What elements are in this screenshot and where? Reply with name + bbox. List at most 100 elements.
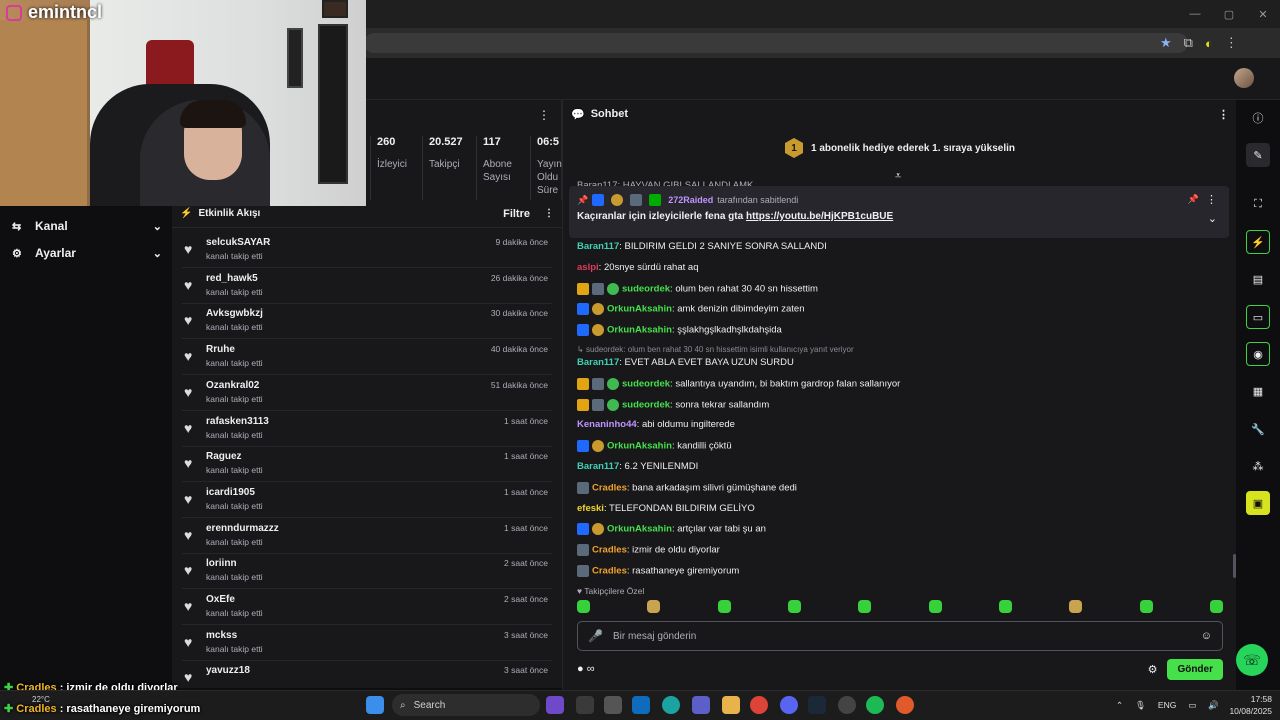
emote-icon[interactable] <box>998 600 1012 613</box>
bookmark-star-icon[interactable]: ★ <box>1160 35 1172 51</box>
chat-message[interactable]: OrkunAksahin: amk denizin dibimdeyim zat… <box>577 303 804 316</box>
chat-username[interactable]: Cradles <box>592 545 627 556</box>
browser-menu-icon[interactable]: ⋮ <box>1225 35 1238 51</box>
chat-username[interactable]: Cradles <box>592 566 627 577</box>
chat-menu-icon[interactable]: ⋮ <box>1218 108 1229 121</box>
chat-message[interactable]: sudeordek: sonra tekrar sallandım <box>577 398 769 411</box>
edge-icon[interactable] <box>662 696 680 714</box>
activity-user[interactable]: selcukSAYAR <box>206 237 270 248</box>
activity-user[interactable]: Avksgwbkzj <box>206 308 263 319</box>
copilot-icon[interactable] <box>546 696 564 714</box>
activity-item[interactable]: ♥ erenndurmazzz kanalı takip etti 1 saat ön… <box>182 518 552 554</box>
pinned-link[interactable]: https://youtu.be/HjKPB1cuBUE <box>746 211 893 222</box>
mic-icon[interactable]: 🎙 <box>1135 700 1146 711</box>
emoji-picker-icon[interactable]: ☺ <box>1201 630 1212 642</box>
chat-username[interactable]: Baran117 <box>577 461 619 472</box>
chrome-icon[interactable] <box>750 696 768 714</box>
chat-message[interactable]: Baran117: 6.2 YENILENMDI <box>577 461 698 472</box>
chat-username[interactable]: OrkunAksahin <box>607 524 672 535</box>
chat-username[interactable]: Baran117 <box>577 357 619 368</box>
chevron-down-icon[interactable]: ⌄ <box>1208 212 1217 225</box>
chat-username[interactable]: Kenaninho44 <box>577 419 637 430</box>
nodes-icon[interactable]: ⁂ <box>1246 454 1270 478</box>
activity-item[interactable]: ♥ rafasken3113 kanalı takip etti 1 saat önc… <box>182 411 552 447</box>
chat-message[interactable]: OrkunAksahin: artçılar var tabi şu an <box>577 523 766 536</box>
teams-icon[interactable] <box>692 696 710 714</box>
app-icon[interactable] <box>576 696 594 714</box>
discord-icon[interactable] <box>780 696 798 714</box>
emote-icon[interactable] <box>858 600 872 613</box>
crop-icon[interactable]: ⛶ <box>1246 192 1270 216</box>
emote-icon[interactable] <box>647 600 661 613</box>
chat-message[interactable]: Baran117: BILDIRIM GELDI 2 SANIYE SONRA … <box>577 241 827 252</box>
sidebar-item-kanal[interactable]: ⇆ Kanal ⌄ <box>12 216 162 236</box>
pinned-message[interactable]: 📌 272Raided tarafından sabitlendi Kaçıra… <box>569 186 1229 238</box>
activity-item[interactable]: ♥ Ozankral02 kanalı takip etti 51 dakika ön… <box>182 375 552 411</box>
emote-icon[interactable] <box>577 600 590 613</box>
activity-user[interactable]: Raguez <box>206 451 242 462</box>
app-icon[interactable] <box>896 696 914 714</box>
obs-icon[interactable] <box>838 696 856 714</box>
activity-item[interactable]: ♥ mckss kanalı takip etti 3 saat önce <box>182 625 552 661</box>
taskbar-search[interactable]: ⌕ Search <box>392 694 540 716</box>
language-indicator[interactable]: ENG <box>1158 700 1176 710</box>
clapper-icon[interactable]: ▣ <box>1246 491 1270 515</box>
extensions-icon[interactable]: ⧉ <box>1184 35 1193 51</box>
chat-username[interactable]: sudeordek <box>622 283 670 294</box>
close-icon[interactable]: ✕ <box>1246 8 1280 21</box>
chat-message[interactable]: OrkunAksahin: kandilli çöktü <box>577 440 732 453</box>
maximize-icon[interactable]: ▢ <box>1212 8 1246 21</box>
steam-icon[interactable] <box>808 696 826 714</box>
chat-message[interactable]: sudeordek: sallantıya uyandım, bi baktım… <box>577 377 900 390</box>
chat-username[interactable]: OrkunAksahin <box>607 325 672 336</box>
activity-user[interactable]: loriinn <box>206 558 237 569</box>
weather-widget[interactable]: 22°C <box>32 695 50 704</box>
chat-message[interactable]: efeski: TELEFONDAN BILDIRIM GELİYO <box>577 503 755 514</box>
unpin-icon[interactable]: 📌 <box>1188 194 1199 205</box>
activity-item[interactable]: ♥ red_hawk5 kanalı takip etti 26 dakika önc… <box>182 268 552 304</box>
lightning-icon[interactable]: ⚡ <box>1246 230 1270 254</box>
chat-username[interactable]: efeski <box>577 503 604 514</box>
emote-icon[interactable] <box>928 600 942 613</box>
document-icon[interactable]: ▤ <box>1246 267 1270 291</box>
windows-start-icon[interactable] <box>366 696 384 714</box>
chat-username[interactable]: Cradles <box>592 482 627 493</box>
store-icon[interactable] <box>604 696 622 714</box>
info-icon[interactable]: ⓘ <box>1246 106 1270 130</box>
address-bar[interactable] <box>364 33 1188 53</box>
activity-item[interactable]: ♥ selcukSAYAR kanalı takip etti 9 dakika ön… <box>182 232 552 268</box>
avatar[interactable] <box>1234 68 1254 88</box>
chat-settings-icon[interactable]: ⚙ <box>1148 663 1158 676</box>
chat-username[interactable]: sudeordek <box>622 378 670 389</box>
activity-user[interactable]: rafasken3113 <box>206 416 269 427</box>
activity-user[interactable]: erenndurmazzz <box>206 523 279 534</box>
scroll-down-icon[interactable]: ⩡ <box>895 170 901 183</box>
chevron-up-icon[interactable]: ⌃ <box>1116 700 1123 711</box>
emote-icon[interactable] <box>787 600 801 613</box>
stats-menu-icon[interactable]: ⋮ <box>538 108 550 122</box>
chat-message[interactable]: Baran117: EVET ABLA EVET BAYA UZUN SURDU <box>577 357 794 368</box>
spotify-icon[interactable] <box>866 696 884 714</box>
chat-message[interactable]: Cradles: rasathaneye giremiyorum <box>577 565 739 577</box>
activity-user[interactable]: Rruhe <box>206 344 235 355</box>
edit-icon[interactable]: ✎ <box>1246 143 1270 167</box>
mic-icon[interactable]: 🎤 <box>588 629 603 643</box>
activity-menu-icon[interactable]: ⋮ <box>544 208 554 219</box>
volume-icon[interactable]: 🔊 <box>1208 700 1219 711</box>
activity-item[interactable]: ♥ Raguez kanalı takip etti 1 saat önce <box>182 446 552 483</box>
chat-input-box[interactable]: 🎤 ☺ <box>577 621 1223 651</box>
chat-username[interactable]: sudeordek <box>622 399 670 410</box>
profile-icon[interactable]: ◐ <box>1205 36 1213 51</box>
reply-context[interactable]: ↳ sudeordek: olum ben rahat 30 40 sn his… <box>577 345 854 354</box>
chat-username[interactable]: Baran117 <box>577 241 619 252</box>
minimize-icon[interactable]: — <box>1178 8 1212 20</box>
filter-button[interactable]: Filtre <box>503 208 530 220</box>
chat-message[interactable]: Kenaninho44: abi oldumu ingilterede <box>577 419 735 430</box>
chat-username[interactable]: OrkunAksahin <box>607 441 672 452</box>
layout-icon[interactable]: ▦ <box>1246 379 1270 403</box>
activity-user[interactable]: OxEfe <box>206 594 235 605</box>
activity-item[interactable]: ♥ OxEfe kanalı takip etti 2 saat önce <box>182 589 552 625</box>
pinned-menu-icon[interactable]: ⋮ <box>1206 193 1217 206</box>
chat-message[interactable]: Cradles: izmir de oldu diyorlar <box>577 544 720 557</box>
chat-message[interactable]: aslpi: 20snye sürdü rahat aq <box>577 262 698 273</box>
